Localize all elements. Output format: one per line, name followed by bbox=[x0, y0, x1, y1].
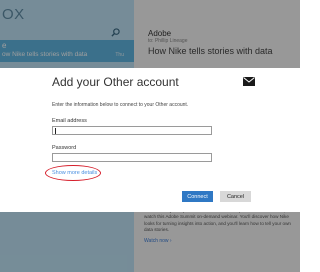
password-field[interactable] bbox=[52, 153, 212, 162]
highlight-annotation bbox=[45, 165, 101, 181]
email-label: Email address bbox=[52, 118, 87, 124]
text-caret bbox=[55, 128, 56, 134]
password-label: Password bbox=[52, 145, 77, 151]
add-account-dialog: Add your Other account Enter the informa… bbox=[0, 68, 300, 212]
connect-button[interactable]: Connect bbox=[182, 191, 213, 202]
dialog-description: Enter the information below to connect t… bbox=[52, 102, 189, 108]
email-field[interactable] bbox=[52, 126, 212, 135]
dialog-title: Add your Other account bbox=[52, 75, 179, 89]
mail-icon bbox=[243, 77, 255, 86]
cancel-button[interactable]: Cancel bbox=[220, 191, 251, 202]
